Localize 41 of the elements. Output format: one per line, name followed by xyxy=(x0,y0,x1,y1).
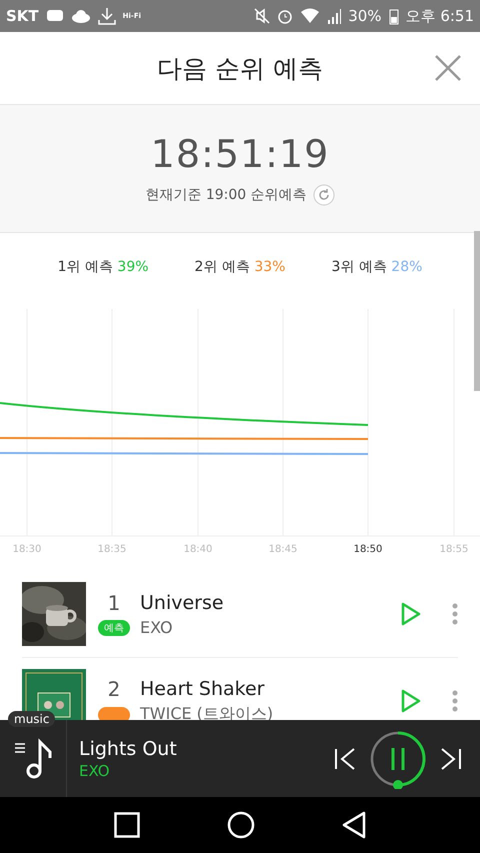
rank-number: 2 xyxy=(106,677,122,701)
countdown-time: 18:51:19 xyxy=(150,132,330,176)
previous-icon[interactable] xyxy=(334,746,356,770)
wifi-icon xyxy=(300,8,320,24)
close-icon[interactable] xyxy=(434,54,462,82)
now-playing-title: Lights Out xyxy=(79,738,178,760)
song-title[interactable]: Heart Shaker xyxy=(140,678,264,700)
signal-icon xyxy=(327,8,342,24)
time-axis-label: 18:45 xyxy=(268,544,298,555)
home-icon[interactable] xyxy=(226,811,255,839)
time-axis-label: 18:35 xyxy=(98,544,126,555)
page-title: 다음 순위 예측 xyxy=(157,52,323,84)
now-playing-artist: EXO xyxy=(79,762,111,780)
download-icon xyxy=(98,7,116,25)
time-axis-label: 18:50 xyxy=(354,544,382,555)
legend-item: 3위 예측 28% xyxy=(331,258,422,276)
time-axis-label: 18:30 xyxy=(12,544,42,555)
pause-button[interactable] xyxy=(368,728,428,788)
recents-icon[interactable] xyxy=(114,812,140,838)
artist-name: TWICE (트와이스) xyxy=(140,704,274,725)
alarm-icon xyxy=(277,8,294,24)
rank-number: 1 xyxy=(106,591,122,615)
refresh-icon[interactable] xyxy=(312,184,335,206)
mute-icon xyxy=(254,8,270,24)
time-axis-label: 18:40 xyxy=(184,544,212,555)
carrier-name: SKT xyxy=(6,7,39,25)
playlist-icon[interactable] xyxy=(13,738,53,780)
battery-percent: 30% xyxy=(348,7,382,25)
battery-icon xyxy=(388,8,399,24)
artist-name: EXO xyxy=(140,618,173,637)
time-axis-label: 18:55 xyxy=(440,544,468,555)
cloud-icon xyxy=(70,9,91,23)
clock-time: 오후 6:51 xyxy=(406,6,474,26)
prediction-badge: 예측 xyxy=(98,620,130,636)
song-title[interactable]: Universe xyxy=(140,592,224,614)
next-icon[interactable] xyxy=(440,746,462,770)
legend-item: 2위 예측 33% xyxy=(194,258,286,276)
legend-item: 1위 예측 39% xyxy=(58,258,149,276)
music-tag: music xyxy=(8,711,56,727)
prediction-caption: 현재기준 19:00 순위예측 xyxy=(145,186,307,204)
back-icon[interactable] xyxy=(342,811,366,839)
